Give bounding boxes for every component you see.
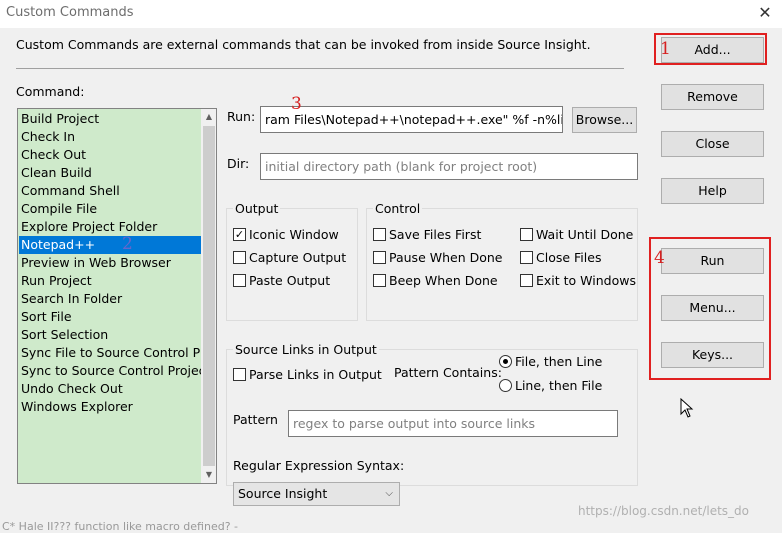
- close-button[interactable]: Close: [661, 131, 764, 157]
- parse-links-checkbox[interactable]: [233, 368, 246, 381]
- list-item[interactable]: Compile File: [19, 200, 201, 218]
- parse-links-label: Parse Links in Output: [249, 367, 382, 382]
- list-item[interactable]: Notepad++: [19, 236, 201, 254]
- capture-output-label: Capture Output: [249, 250, 347, 265]
- exit-to-windows-checkbox[interactable]: [520, 274, 533, 287]
- list-item[interactable]: Check In: [19, 128, 201, 146]
- annotation-box-1: [654, 33, 767, 65]
- scroll-down-icon[interactable]: ▼: [201, 467, 216, 483]
- check-icon: ✓: [234, 228, 245, 241]
- list-item[interactable]: Sync File to Source Control Pro: [19, 344, 201, 362]
- command-list: Build Project Check In Check Out Clean Buil…: [19, 110, 201, 416]
- scroll-up-icon[interactable]: ▲: [201, 109, 216, 125]
- annotation-1: 1: [660, 39, 671, 59]
- paste-output-label: Paste Output: [249, 273, 331, 288]
- pause-when-done-label: Pause When Done: [389, 250, 503, 265]
- source-links-title: Source Links in Output: [233, 342, 379, 357]
- annotation-2: 2: [122, 234, 133, 254]
- divider: [16, 68, 624, 69]
- list-item[interactable]: Explore Project Folder: [19, 218, 201, 236]
- scroll-thumb[interactable]: [203, 126, 215, 466]
- list-item[interactable]: Clean Build: [19, 164, 201, 182]
- list-item[interactable]: Sort File: [19, 308, 201, 326]
- list-item[interactable]: Search In Folder: [19, 290, 201, 308]
- annotation-3: 3: [291, 94, 302, 114]
- iconic-window-label: Iconic Window: [249, 227, 339, 242]
- mouse-cursor-icon: [680, 398, 694, 418]
- pattern-label: Pattern: [233, 412, 278, 427]
- file-then-line-label: File, then Line: [515, 354, 603, 369]
- background-code-text: C* Hale II??? function like macro define…: [2, 520, 239, 533]
- help-button[interactable]: Help: [661, 178, 764, 204]
- capture-output-checkbox[interactable]: [233, 251, 246, 264]
- wait-until-done-label: Wait Until Done: [536, 227, 634, 242]
- close-icon[interactable]: ✕: [752, 1, 778, 25]
- list-item[interactable]: Check Out: [19, 146, 201, 164]
- beep-when-done-checkbox[interactable]: [373, 274, 386, 287]
- exit-to-windows-label: Exit to Windows: [536, 273, 636, 288]
- line-then-file-radio[interactable]: [499, 379, 512, 392]
- list-item[interactable]: Command Shell: [19, 182, 201, 200]
- pattern-input[interactable]: regex to parse output into source links: [288, 410, 618, 437]
- save-files-first-label: Save Files First: [389, 227, 482, 242]
- list-item[interactable]: Windows Explorer: [19, 398, 201, 416]
- regex-syntax-value: Source Insight: [238, 486, 328, 501]
- list-item[interactable]: Preview in Web Browser: [19, 254, 201, 272]
- command-listbox[interactable]: Build Project Check In Check Out Clean Buil…: [17, 108, 217, 484]
- dir-input[interactable]: initial directory path (blank for projec…: [260, 153, 638, 180]
- iconic-window-checkbox[interactable]: ✓: [233, 228, 246, 241]
- dir-label: Dir:: [227, 156, 250, 171]
- remove-button[interactable]: Remove: [661, 84, 764, 110]
- window-title: Custom Commands: [6, 5, 134, 20]
- beep-when-done-label: Beep When Done: [389, 273, 498, 288]
- list-item[interactable]: Undo Check Out: [19, 380, 201, 398]
- regex-syntax-select[interactable]: Source Insight ⌵: [233, 482, 400, 506]
- wait-until-done-checkbox[interactable]: [520, 228, 533, 241]
- watermark: https://blog.csdn.net/lets_do: [578, 504, 749, 518]
- scrollbar[interactable]: ▲ ▼: [201, 109, 216, 483]
- annotation-4: 4: [654, 248, 665, 268]
- browse-button[interactable]: Browse...: [572, 107, 637, 133]
- paste-output-checkbox[interactable]: [233, 274, 246, 287]
- file-then-line-radio[interactable]: [499, 355, 512, 368]
- run-input[interactable]: ram Files\Notepad++\notepad++.exe" %f -n…: [260, 106, 563, 133]
- output-group-title: Output: [233, 201, 281, 216]
- annotation-box-4: [649, 237, 771, 380]
- save-files-first-checkbox[interactable]: [373, 228, 386, 241]
- command-label: Command:: [16, 84, 85, 99]
- regex-syntax-label: Regular Expression Syntax:: [233, 458, 405, 473]
- list-item[interactable]: Run Project: [19, 272, 201, 290]
- pattern-contains-label: Pattern Contains:: [394, 365, 502, 380]
- list-item[interactable]: Build Project: [19, 110, 201, 128]
- pause-when-done-checkbox[interactable]: [373, 251, 386, 264]
- control-group-title: Control: [373, 201, 423, 216]
- description-text: Custom Commands are external commands th…: [16, 37, 591, 52]
- list-item[interactable]: Sync to Source Control Project: [19, 362, 201, 380]
- run-label: Run:: [227, 109, 256, 124]
- line-then-file-label: Line, then File: [515, 378, 603, 393]
- close-files-checkbox[interactable]: [520, 251, 533, 264]
- chevron-down-icon: ⌵: [385, 488, 393, 499]
- list-item[interactable]: Sort Selection: [19, 326, 201, 344]
- close-files-label: Close Files: [536, 250, 602, 265]
